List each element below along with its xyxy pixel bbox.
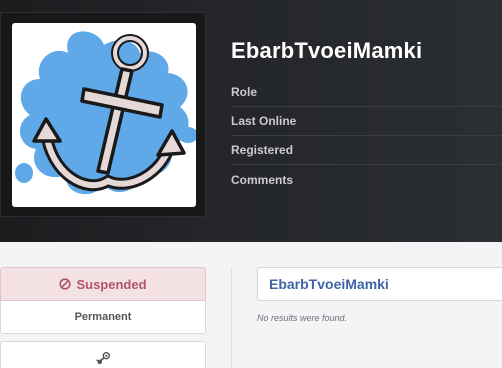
empty-message: No results were found. <box>257 313 348 323</box>
info-row-registered: Registered <box>231 136 502 165</box>
info-row-role: Role <box>231 78 502 107</box>
username-card: EbarbTvoeiMamki <box>257 267 502 301</box>
ban-sidebar: Suspended Permanent <box>0 267 206 368</box>
suspended-label: Suspended <box>76 276 147 292</box>
info-label: Role <box>231 85 258 99</box>
profile-header: EbarbTvoeiMamki Role Last Online Registe… <box>0 0 502 242</box>
info-row-comments: Comments <box>231 165 502 194</box>
info-label: Registered <box>231 143 294 157</box>
suspended-badge: Suspended <box>0 267 206 301</box>
info-label: Comments <box>231 172 294 187</box>
column-divider <box>231 267 232 368</box>
ban-icon <box>59 278 72 290</box>
info-label: Last Online <box>231 114 297 128</box>
profile-username: EbarbTvoeiMamki <box>231 38 423 63</box>
avatar <box>12 23 196 207</box>
profile-info-list: Role Last Online Registered Comments <box>231 78 502 194</box>
ban-duration: Permanent <box>0 301 206 334</box>
steam-icon <box>95 351 111 368</box>
info-row-last-online: Last Online <box>231 107 502 136</box>
anchor-icon <box>15 31 196 195</box>
steam-profile-link[interactable] <box>0 341 206 368</box>
avatar-frame <box>0 12 206 217</box>
